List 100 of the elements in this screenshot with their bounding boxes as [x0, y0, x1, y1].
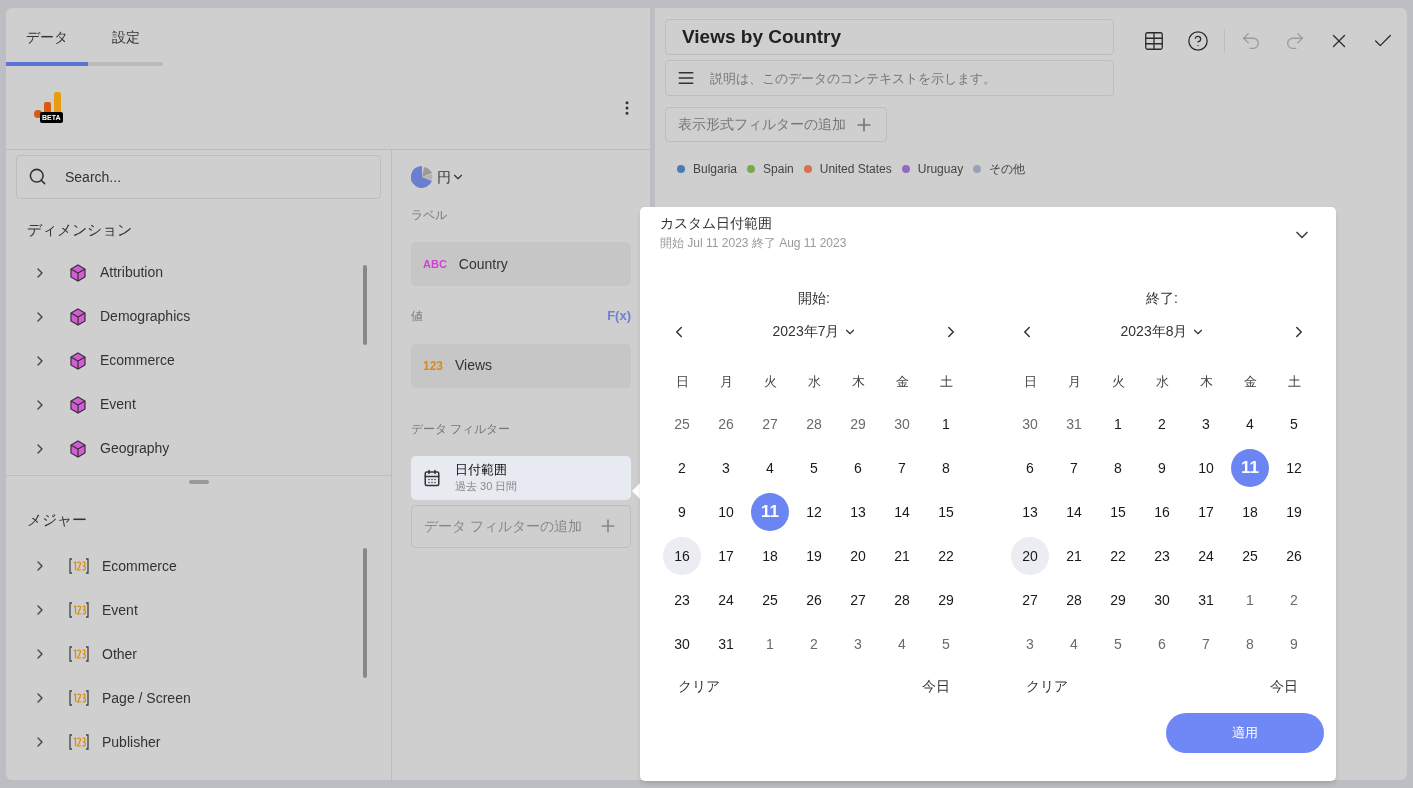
day-cell[interactable]: 4	[883, 625, 921, 663]
filter-chip[interactable]: 日付範囲 過去 30 日間	[411, 455, 631, 500]
day-cell[interactable]: 7	[1187, 625, 1225, 663]
day-cell[interactable]: 8	[927, 449, 965, 487]
day-cell[interactable]: 30	[1143, 581, 1181, 619]
day-cell[interactable]: 17	[1187, 493, 1225, 531]
day-cell[interactable]: 26	[707, 405, 745, 443]
day-cell[interactable]: 22	[1099, 537, 1137, 575]
day-cell[interactable]: 2	[795, 625, 833, 663]
day-cell[interactable]: 3	[1187, 405, 1225, 443]
day-cell[interactable]: 4	[751, 449, 789, 487]
day-cell[interactable]: 18	[1231, 493, 1269, 531]
day-cell[interactable]: 27	[839, 581, 877, 619]
today-button[interactable]: 今日	[922, 668, 950, 705]
day-cell[interactable]: 9	[1275, 625, 1313, 663]
tree-item-label[interactable]: Ecommerce	[100, 350, 175, 371]
day-cell[interactable]: 14	[1055, 493, 1093, 531]
day-cell[interactable]: 14	[883, 493, 921, 531]
resize-handle[interactable]	[188, 480, 209, 484]
day-cell[interactable]: 21	[883, 537, 921, 575]
day-cell[interactable]: 10	[707, 493, 745, 531]
day-cell[interactable]: 28	[1055, 581, 1093, 619]
day-cell[interactable]: 26	[795, 581, 833, 619]
day-cell[interactable]: 25	[1231, 537, 1269, 575]
day-cell[interactable]: 2	[663, 449, 701, 487]
day-cell[interactable]: 22	[927, 537, 965, 575]
day-cell[interactable]: 29	[839, 405, 877, 443]
day-cell[interactable]: 6	[1143, 625, 1181, 663]
day-cell[interactable]: 20	[839, 537, 877, 575]
tree-item-label[interactable]: Publisher	[102, 731, 161, 753]
day-cell[interactable]: 13	[1011, 493, 1049, 531]
day-cell[interactable]: 7	[1055, 449, 1093, 487]
tree-item-label[interactable]: Page / Screen	[102, 687, 191, 709]
tree-item-label[interactable]: Demographics	[100, 306, 191, 327]
day-cell[interactable]: 28	[795, 405, 833, 443]
day-cell[interactable]: 2	[1143, 405, 1181, 443]
day-cell[interactable]: 3	[839, 625, 877, 663]
chart-type-selector[interactable]: 円	[437, 166, 465, 188]
scrollbar[interactable]	[363, 548, 367, 678]
day-cell[interactable]: 16	[663, 537, 701, 575]
day-cell[interactable]: 1	[1231, 581, 1269, 619]
day-cell[interactable]: 30	[883, 405, 921, 443]
day-cell[interactable]: 10	[1187, 449, 1225, 487]
day-cell[interactable]: 13	[839, 493, 877, 531]
tree-item-label[interactable]: Event	[100, 394, 136, 415]
day-cell[interactable]: 29	[927, 581, 965, 619]
tree-item-label[interactable]: Geography	[100, 438, 170, 459]
month-selector[interactable]: 2023年7月	[772, 321, 858, 342]
day-cell[interactable]: 8	[1099, 449, 1137, 487]
tree-item-label[interactable]: Attribution	[100, 262, 164, 283]
day-cell[interactable]: 30	[1011, 405, 1049, 443]
day-cell[interactable]: 19	[795, 537, 833, 575]
tree-item-label[interactable]: Other	[102, 643, 137, 665]
day-cell[interactable]: 1	[751, 625, 789, 663]
day-cell[interactable]: 27	[1011, 581, 1049, 619]
day-cell[interactable]: 30	[663, 625, 701, 663]
day-cell[interactable]: 26	[1275, 537, 1313, 575]
tab[interactable]: 設定	[88, 8, 163, 66]
day-cell[interactable]: 17	[707, 537, 745, 575]
day-cell[interactable]: 5	[927, 625, 965, 663]
month-selector[interactable]: 2023年8月	[1120, 321, 1206, 342]
day-cell[interactable]: 28	[883, 581, 921, 619]
day-cell[interactable]: 1	[1099, 405, 1137, 443]
clear-button[interactable]: クリア	[678, 668, 720, 705]
day-cell[interactable]: 12	[1275, 449, 1313, 487]
day-cell[interactable]: 6	[839, 449, 877, 487]
day-cell[interactable]: 29	[1099, 581, 1137, 619]
day-cell[interactable]: 6	[1011, 449, 1049, 487]
tree-item-label[interactable]: Event	[102, 599, 138, 621]
day-cell[interactable]: 18	[751, 537, 789, 575]
day-cell[interactable]: 7	[883, 449, 921, 487]
tree-item-label[interactable]: Ecommerce	[102, 555, 177, 577]
day-cell[interactable]: 3	[707, 449, 745, 487]
scrollbar[interactable]	[363, 264, 367, 345]
day-cell[interactable]: 19	[1275, 493, 1313, 531]
day-cell[interactable]: 23	[1143, 537, 1181, 575]
tab[interactable]: データ	[6, 8, 88, 66]
day-cell[interactable]: 24	[707, 581, 745, 619]
day-cell[interactable]: 2	[1275, 581, 1313, 619]
day-cell[interactable]: 9	[1143, 449, 1181, 487]
day-cell[interactable]: 9	[663, 493, 701, 531]
day-cell[interactable]: 23	[663, 581, 701, 619]
day-cell[interactable]: 5	[795, 449, 833, 487]
search-field[interactable]: Search...	[16, 155, 381, 199]
clear-button[interactable]: クリア	[1026, 668, 1068, 705]
title-field[interactable]: Views by Country	[665, 19, 1114, 55]
day-cell[interactable]: 15	[1099, 493, 1137, 531]
description-field[interactable]: 説明は、このデータのコンテキストを示します。	[665, 60, 1114, 96]
day-cell[interactable]: 31	[707, 625, 745, 663]
day-cell[interactable]: 5	[1099, 625, 1137, 663]
day-cell[interactable]: 31	[1187, 581, 1225, 619]
day-cell[interactable]: 16	[1143, 493, 1181, 531]
day-cell[interactable]: 4	[1055, 625, 1093, 663]
day-cell[interactable]: 25	[751, 581, 789, 619]
day-cell[interactable]: 31	[1055, 405, 1093, 443]
day-cell[interactable]: 27	[751, 405, 789, 443]
day-cell[interactable]: 24	[1187, 537, 1225, 575]
day-cell[interactable]: 3	[1011, 625, 1049, 663]
day-cell[interactable]: 25	[663, 405, 701, 443]
day-cell[interactable]: 15	[927, 493, 965, 531]
